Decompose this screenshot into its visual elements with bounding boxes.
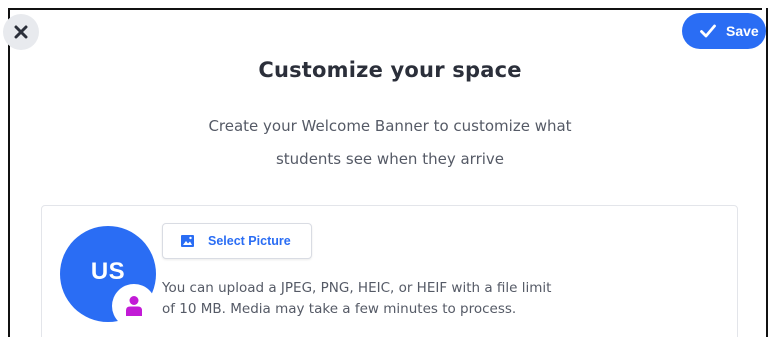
modal-frame: Save Customize your space Create your We… bbox=[0, 0, 770, 337]
avatar-initials: US bbox=[90, 258, 126, 285]
close-icon bbox=[14, 25, 28, 39]
select-picture-button[interactable]: Select Picture bbox=[162, 223, 312, 259]
image-icon bbox=[181, 235, 194, 247]
person-icon bbox=[126, 296, 142, 316]
upload-info-text: You can upload a JPEG, PNG, HEIC, or HEI… bbox=[162, 278, 602, 320]
subtitle-line: students see when they arrive bbox=[275, 150, 505, 168]
page-subtitle: Create your Welcome Banner to customize … bbox=[150, 110, 630, 176]
page-title: Customize your space bbox=[258, 58, 522, 82]
checkmark-icon bbox=[700, 24, 716, 38]
upload-info-line: of 10 MB. Media may take a few minutes t… bbox=[162, 301, 517, 317]
upload-info-line: You can upload a JPEG, PNG, HEIC, or HEI… bbox=[162, 280, 552, 296]
subtitle-line: Create your Welcome Banner to customize … bbox=[208, 117, 572, 135]
frame-border bbox=[8, 8, 762, 10]
save-button[interactable]: Save bbox=[682, 13, 766, 49]
close-button[interactable] bbox=[3, 14, 39, 50]
avatar-badge bbox=[112, 284, 156, 328]
select-picture-label: Select Picture bbox=[208, 234, 291, 248]
save-button-label: Save bbox=[726, 23, 759, 39]
